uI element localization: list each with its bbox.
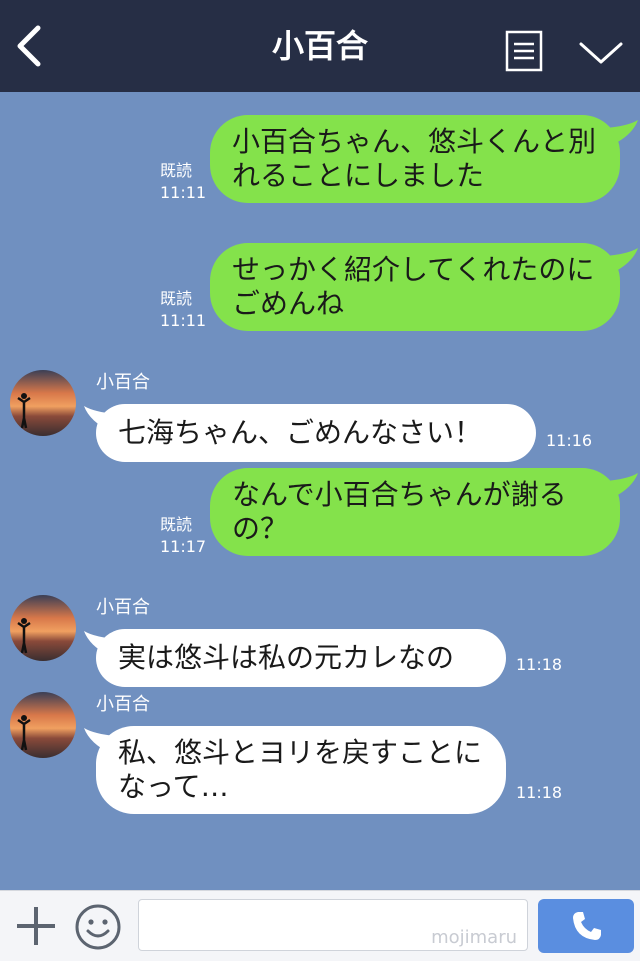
chevron-down-icon[interactable] (578, 38, 624, 68)
message-time: 11:11 (160, 311, 207, 330)
read-label: 既読 (160, 161, 193, 180)
message-time: 11:18 (516, 783, 563, 802)
smiley-icon[interactable] (74, 903, 122, 951)
chat-header: 小百合 (0, 0, 640, 92)
message-time: 11:17 (160, 537, 207, 556)
message-bubble-incoming[interactable]: 実は悠斗は私の元カレなの (96, 629, 506, 687)
message-time: 11:16 (546, 431, 593, 450)
message-bubble-incoming[interactable]: 七海ちゃん、ごめんなさい！ (96, 404, 536, 462)
message-bubble-outgoing[interactable]: せっかく紹介してくれたのにごめんね (210, 243, 620, 331)
message-time: 11:11 (160, 183, 207, 202)
read-receipt: 既読 11:11 (160, 288, 206, 332)
sender-name: 小百合 (96, 597, 150, 618)
sender-name: 小百合 (96, 372, 150, 393)
message-text: なんで小百合ちゃんが謝るの？ (232, 478, 567, 545)
read-receipt: 既読 11:11 (160, 160, 206, 204)
message-bubble-outgoing[interactable]: なんで小百合ちゃんが謝るの？ (210, 468, 620, 556)
message-text: 小百合ちゃん、悠斗くんと別れることにしました (232, 125, 597, 192)
menu-list-icon[interactable] (505, 30, 543, 72)
plus-icon[interactable] (14, 903, 58, 949)
call-button[interactable] (538, 899, 634, 953)
read-label: 既読 (160, 515, 193, 534)
message-time: 11:18 (516, 655, 563, 674)
input-bar: mojimaru (0, 890, 640, 961)
message-bubble-outgoing[interactable]: 小百合ちゃん、悠斗くんと別れることにしました (210, 115, 620, 203)
message-text: 七海ちゃん、ごめんなさい！ (118, 416, 483, 449)
avatar[interactable] (10, 692, 76, 758)
chat-title: 小百合 (271, 27, 368, 65)
message-text: せっかく紹介してくれたのにごめんね (232, 253, 595, 320)
message-text: 実は悠斗は私の元カレなの (118, 641, 455, 674)
phone-icon (573, 912, 601, 940)
read-receipt: 既読 11:17 (160, 514, 206, 558)
message-list[interactable]: 既読 11:11 小百合ちゃん、悠斗くんと別れることにしました 既読 11:11… (0, 92, 640, 890)
message-bubble-incoming[interactable]: 私、悠斗とヨリを戻すことになって… (96, 726, 506, 814)
avatar[interactable] (10, 370, 76, 436)
sender-name: 小百合 (96, 694, 150, 715)
watermark-text: mojimaru (431, 927, 517, 948)
avatar[interactable] (10, 595, 76, 661)
message-text: 私、悠斗とヨリを戻すことになって… (118, 736, 483, 803)
message-input[interactable]: mojimaru (138, 899, 528, 951)
read-label: 既読 (160, 289, 193, 308)
